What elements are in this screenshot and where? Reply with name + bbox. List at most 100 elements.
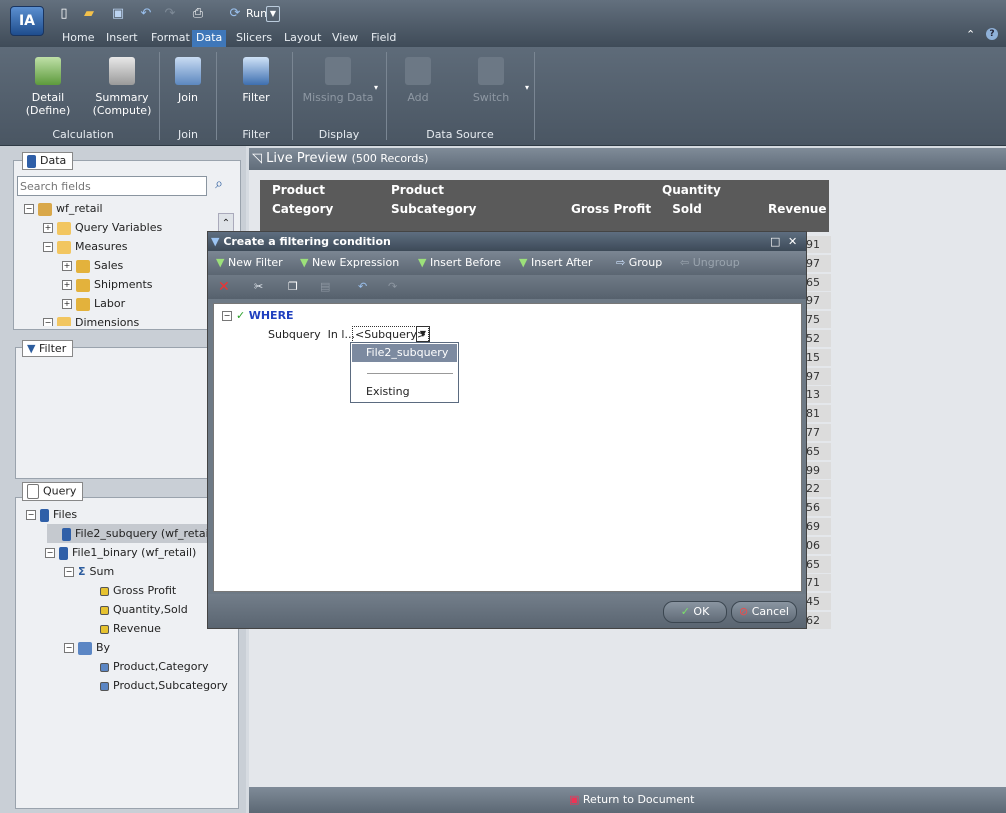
undo-icon[interactable]: ↶ xyxy=(138,6,154,22)
where-node[interactable]: − ✓ WHERE xyxy=(222,309,294,322)
subquery-dropdown-arrow[interactable]: ▼ xyxy=(416,326,430,342)
tree-item-measures[interactable]: − Measures xyxy=(43,237,127,256)
group-label-join: Join xyxy=(177,128,198,141)
delete-icon[interactable]: ✕ xyxy=(218,279,230,295)
detail-define-button[interactable]: Detail (Define) xyxy=(20,55,76,125)
expand-icon[interactable]: + xyxy=(62,261,72,271)
close-icon[interactable]: ✕ xyxy=(788,232,797,251)
filter-button[interactable]: Filter xyxy=(234,55,278,125)
query-item-by[interactable]: − By xyxy=(64,638,110,657)
tab-data[interactable]: Data xyxy=(192,30,227,47)
tree-item-query-variables[interactable]: + Query Variables xyxy=(43,218,162,237)
dropdown-option-existing[interactable]: Existing xyxy=(366,385,410,398)
insert-before-icon: ▼ xyxy=(418,256,427,269)
new-document-icon[interactable]: ▯ xyxy=(56,6,72,22)
ribbon-separator xyxy=(159,52,160,140)
tab-slicers[interactable]: Slicers xyxy=(232,30,276,47)
app-logo[interactable]: IA xyxy=(10,6,44,36)
collapse-ribbon-icon[interactable]: ⌃ xyxy=(966,28,975,41)
insert-before-button[interactable]: ▼ Insert Before xyxy=(418,255,501,271)
return-to-document-button[interactable]: ▣ Return to Document xyxy=(569,787,694,813)
run-icon[interactable]: ⟳ xyxy=(227,6,243,22)
open-folder-icon[interactable]: ▰ xyxy=(81,6,97,22)
tree-item-sales[interactable]: + Sales xyxy=(62,256,123,275)
print-preview-icon[interactable]: ⎙ xyxy=(190,6,206,22)
search-icon[interactable]: ⌕ xyxy=(206,176,232,196)
query-item-product-subcategory[interactable]: Product,Subcategory xyxy=(100,676,228,695)
maximize-icon[interactable]: □ xyxy=(770,232,780,251)
query-item-sum[interactable]: − Σ Sum xyxy=(64,562,114,581)
cancel-button[interactable]: ⊘ Cancel xyxy=(731,601,797,623)
ungroup-button: ⇦ Ungroup xyxy=(680,256,740,269)
revenue-cell: 56 xyxy=(804,499,831,517)
copy-icon[interactable]: ❐ xyxy=(288,279,298,295)
collapse-icon[interactable]: − xyxy=(26,510,36,520)
measure-group-icon xyxy=(76,259,90,273)
collapse-icon[interactable]: − xyxy=(64,567,74,577)
condition-label[interactable]: Subquery In l... xyxy=(268,328,355,341)
expand-icon[interactable]: + xyxy=(62,280,72,290)
collapse-icon[interactable]: − xyxy=(43,318,53,326)
measure-field-icon xyxy=(100,605,109,615)
search-fields-input[interactable] xyxy=(17,176,207,196)
revenue-cell: 65 xyxy=(804,442,831,460)
run-dropdown[interactable]: ▼ xyxy=(266,6,280,22)
add-datasource-button: Add xyxy=(398,55,438,125)
expand-icon[interactable]: + xyxy=(62,299,72,309)
tab-view[interactable]: View xyxy=(328,30,362,47)
check-filter-icon: ✓ xyxy=(236,309,246,322)
save-icon[interactable]: ▣ xyxy=(110,6,126,22)
collapse-icon[interactable]: − xyxy=(43,242,53,252)
query-item-revenue[interactable]: Revenue xyxy=(100,619,161,638)
tree-item-labor[interactable]: + Labor xyxy=(62,294,125,313)
tree-item-shipments[interactable]: + Shipments xyxy=(62,275,153,294)
undo-icon[interactable]: ↶ xyxy=(358,279,367,295)
tree-item-wf-retail[interactable]: − wf_retail xyxy=(24,199,103,218)
tab-format[interactable]: Format xyxy=(147,30,194,47)
revenue-cell: 99 xyxy=(804,461,831,479)
header-product-category[interactable]: Product Category xyxy=(272,181,333,219)
revenue-cell: 65 xyxy=(804,273,831,291)
dialog-toolbar: ▼ New Filter ▼ New Expression ▼ Insert B… xyxy=(208,251,806,275)
tab-insert[interactable]: Insert xyxy=(102,30,142,47)
query-item-quantity-sold[interactable]: Quantity,Sold xyxy=(100,600,188,619)
header-quantity-sold[interactable]: Quantity Sold xyxy=(662,181,721,219)
query-item-gross-profit[interactable]: Gross Profit xyxy=(100,581,176,600)
join-button[interactable]: Join xyxy=(168,55,208,125)
insert-after-button[interactable]: ▼ Insert After xyxy=(519,255,592,271)
help-icon[interactable]: ? xyxy=(986,28,998,40)
collapse-icon[interactable]: − xyxy=(64,643,74,653)
dropdown-option-file2-subquery[interactable]: File2_subquery xyxy=(352,344,457,362)
header-product-subcategory[interactable]: Product Subcategory xyxy=(391,181,476,219)
dropdown-separator xyxy=(367,373,453,374)
query-item-file1-binary[interactable]: − File1_binary (wf_retail) xyxy=(45,543,196,562)
missing-data-icon xyxy=(325,57,351,85)
header-gross-profit[interactable]: Gross Profit xyxy=(571,200,651,219)
filter-condition-dialog: ▼ Create a filtering condition □ ✕ ▼ New… xyxy=(207,231,807,629)
group-icon: ⇨ xyxy=(616,256,626,269)
dimension-field-icon xyxy=(100,681,109,691)
revenue-cell: 15 xyxy=(804,348,831,366)
query-item-file2-subquery[interactable]: File2_subquery (wf_retail) xyxy=(62,524,216,543)
new-expression-button[interactable]: ▼ New Expression xyxy=(300,255,399,271)
missing-data-button: Missing Data xyxy=(302,55,374,125)
collapse-icon[interactable]: − xyxy=(222,311,232,321)
tab-layout[interactable]: Layout xyxy=(280,30,325,47)
header-revenue[interactable]: Revenue xyxy=(768,200,827,219)
tree-item-dimensions[interactable]: − Dimensions xyxy=(43,313,139,326)
add-datasource-icon xyxy=(405,57,431,85)
collapse-icon[interactable]: − xyxy=(45,548,55,558)
tab-field[interactable]: Field xyxy=(367,30,400,47)
tab-home[interactable]: Home xyxy=(58,30,98,47)
collapse-icon[interactable]: − xyxy=(24,204,34,214)
folder-open-icon xyxy=(57,240,71,254)
new-filter-button[interactable]: ▼ New Filter xyxy=(216,255,283,271)
cut-icon[interactable]: ✂ xyxy=(254,279,263,295)
group-button[interactable]: ⇨ Group xyxy=(616,255,662,271)
summary-compute-button[interactable]: Summary (Compute) xyxy=(92,55,152,125)
query-item-product-category[interactable]: Product,Category xyxy=(100,657,209,676)
run-button[interactable]: Run xyxy=(246,7,267,20)
ok-button[interactable]: ✓ OK xyxy=(663,601,727,623)
query-item-files[interactable]: − Files xyxy=(26,505,77,524)
expand-icon[interactable]: + xyxy=(43,223,53,233)
